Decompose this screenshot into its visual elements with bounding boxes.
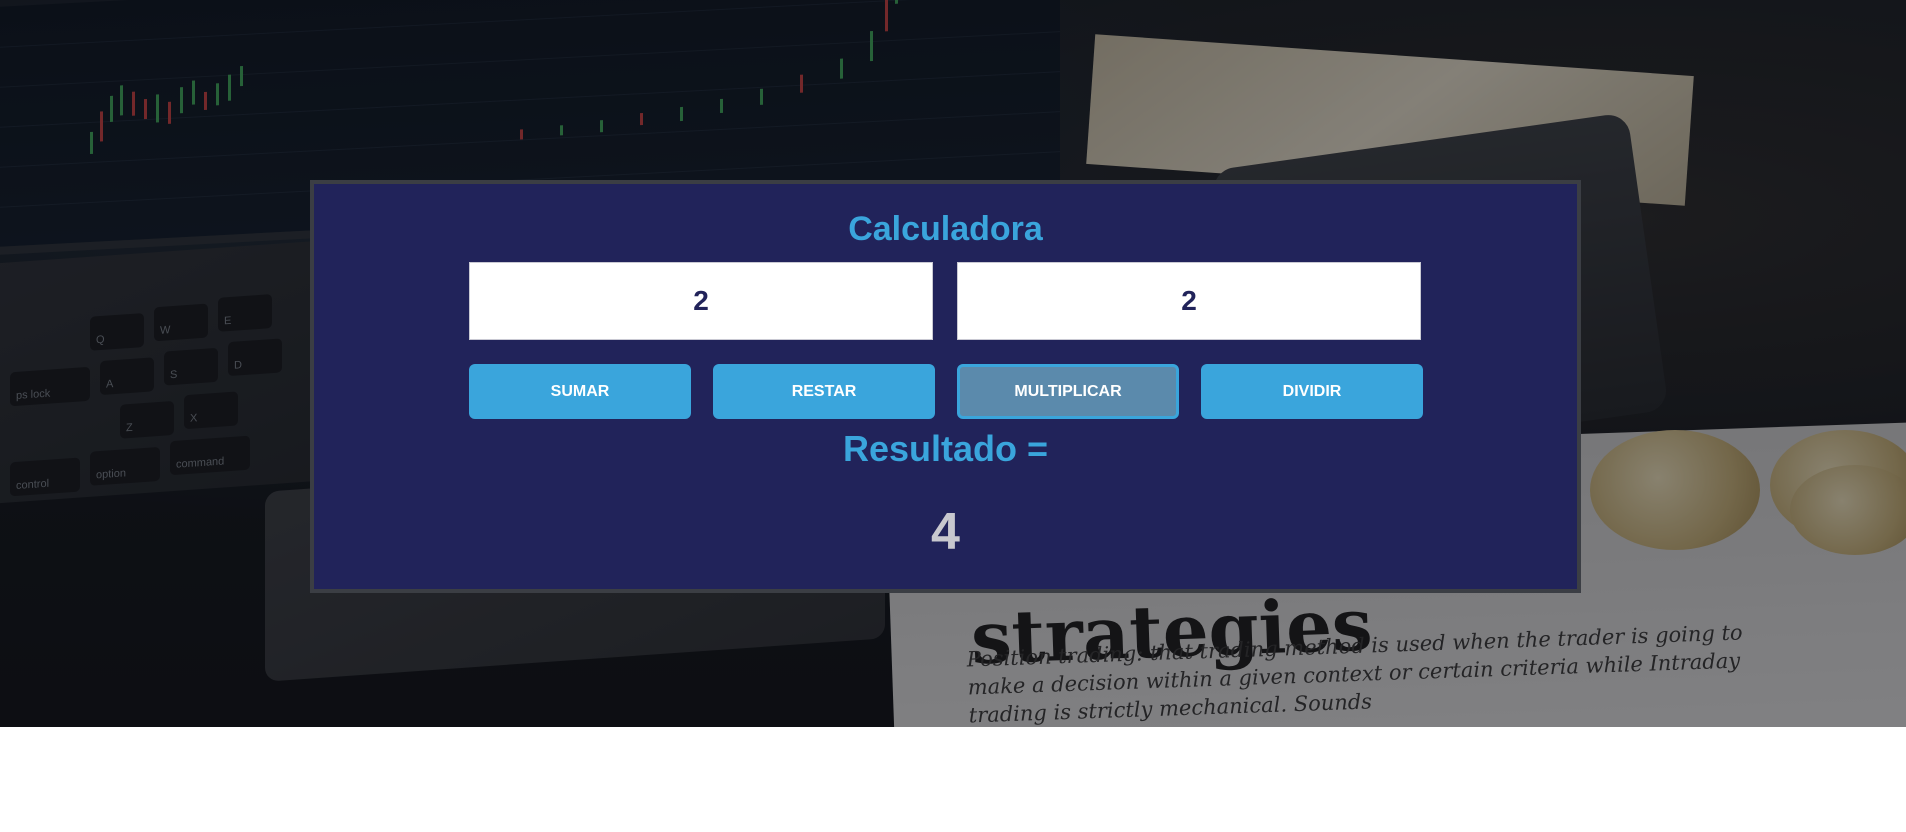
add-button[interactable]: SUMAR <box>469 364 691 419</box>
divide-button[interactable]: DIVIDIR <box>1201 364 1423 419</box>
multiply-button[interactable]: MULTIPLICAR <box>957 364 1179 419</box>
result-value: 4 <box>931 503 960 561</box>
second-number-input[interactable] <box>957 262 1421 340</box>
calculator-title: Calculadora <box>848 210 1043 248</box>
first-number-input[interactable] <box>469 262 933 340</box>
subtract-button[interactable]: RESTAR <box>713 364 935 419</box>
result-label: Resultado = <box>842 428 1049 469</box>
calculator-panel: Calculadora SUMAR RESTAR MULTIPLICAR DIV… <box>310 180 1581 593</box>
